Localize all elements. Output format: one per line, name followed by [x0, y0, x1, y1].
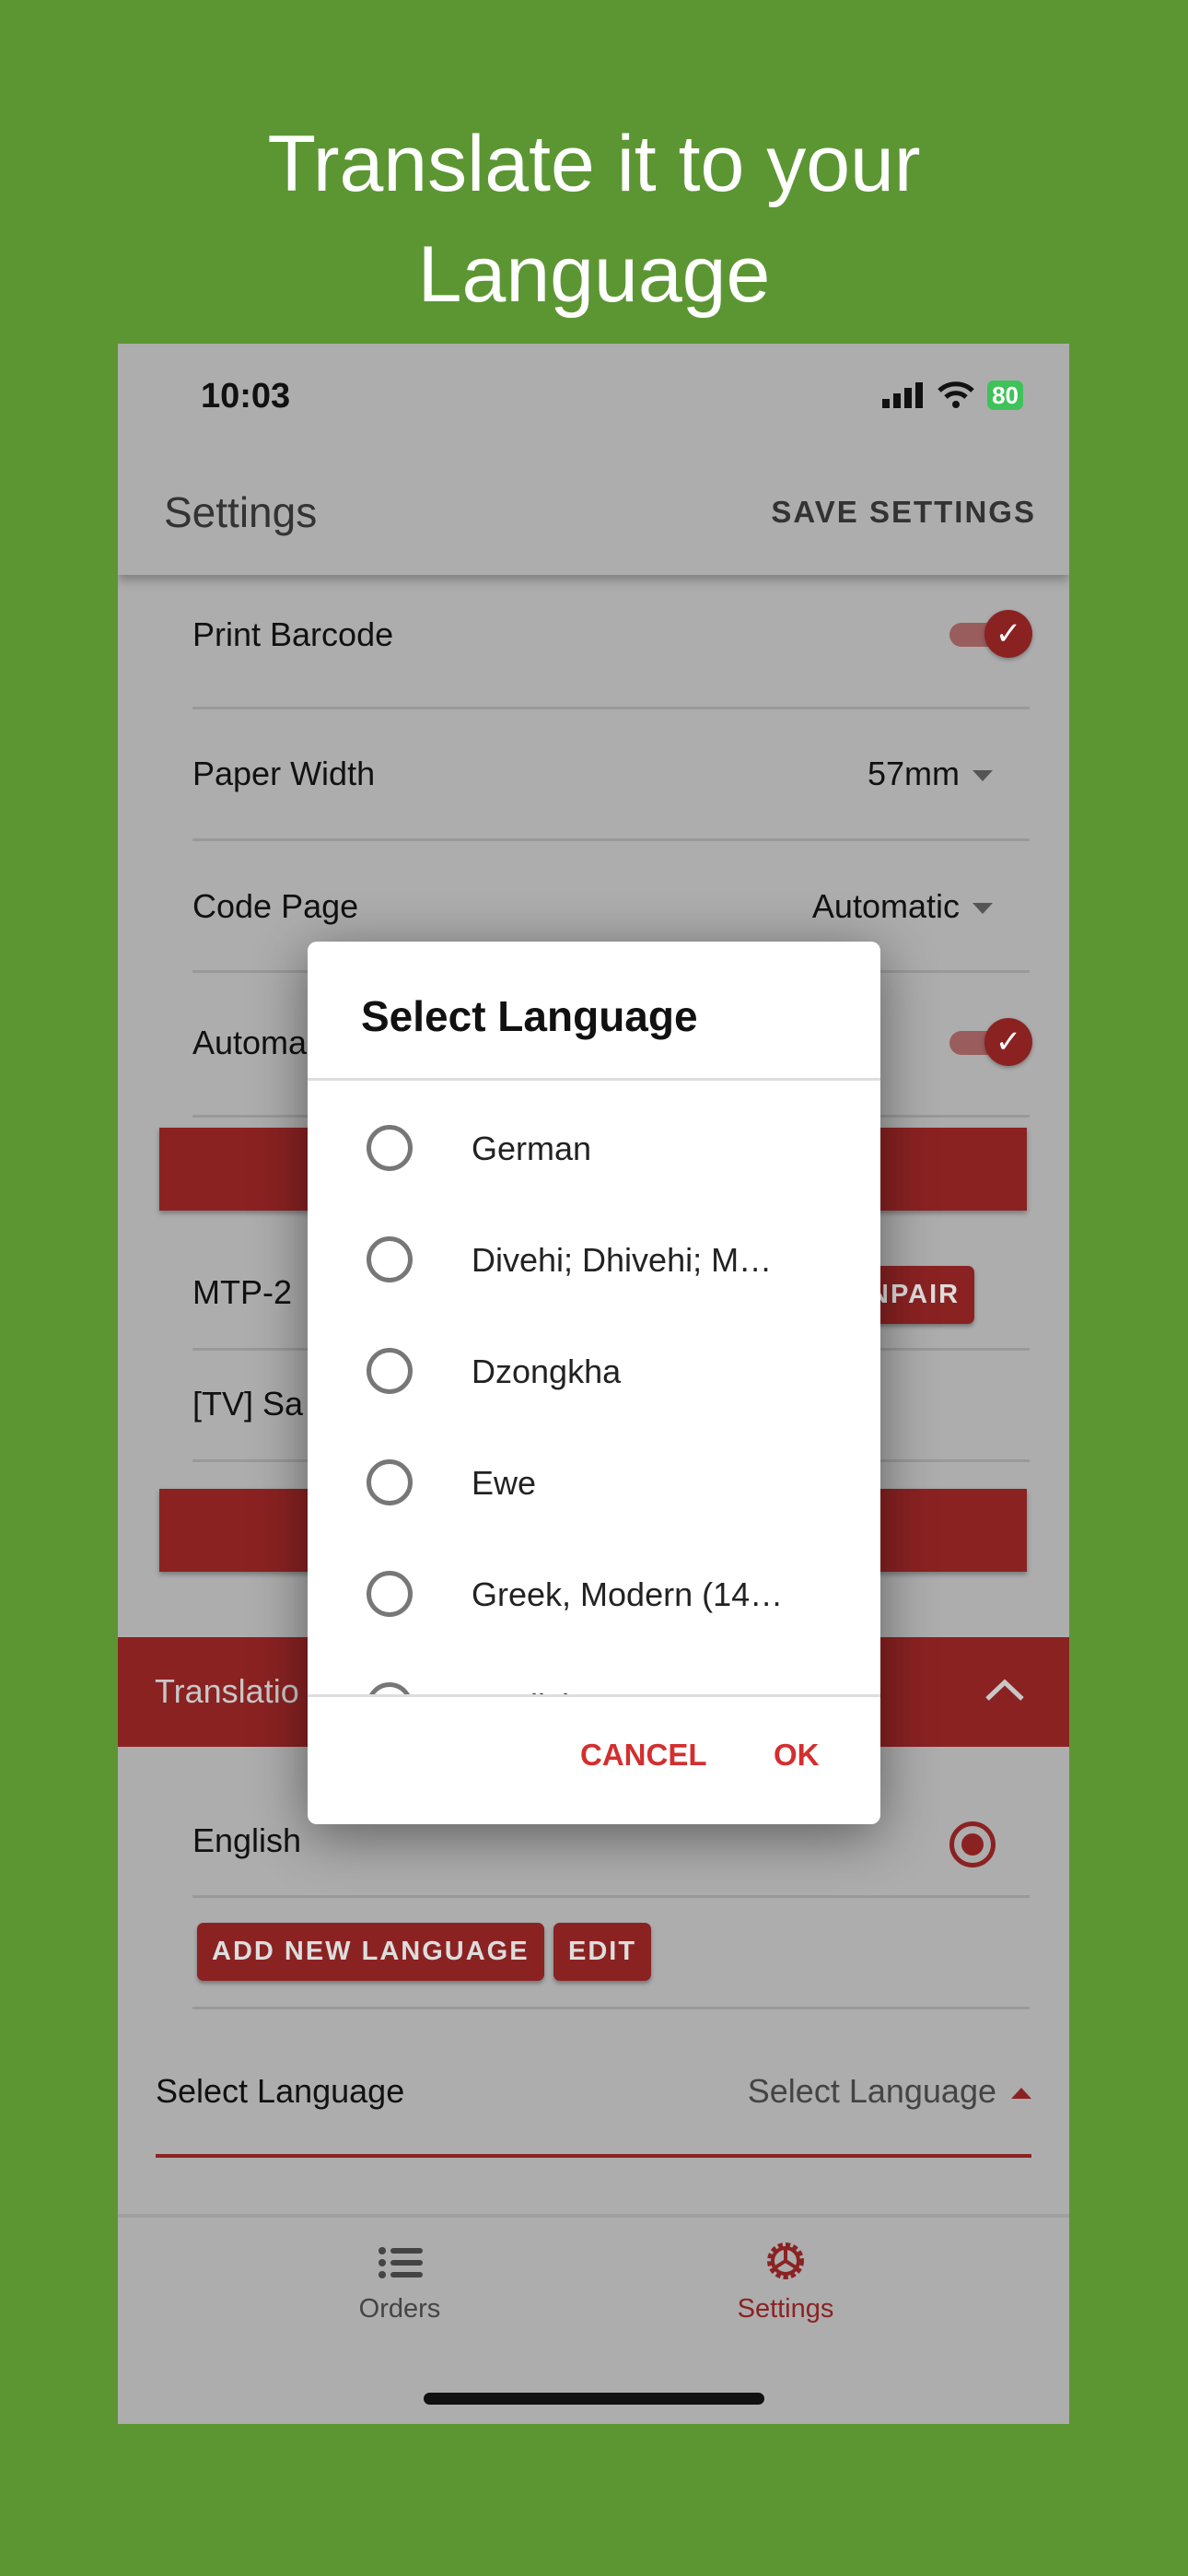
- save-settings-button[interactable]: SAVE SETTINGS: [771, 495, 1036, 530]
- print-barcode-toggle[interactable]: ✓: [949, 610, 1032, 658]
- printer-name: MTP-2: [192, 1273, 292, 1311]
- language-option[interactable]: Ewe: [308, 1427, 880, 1539]
- caret-down-icon: [973, 903, 993, 915]
- promo-line: Translate it to your: [267, 120, 921, 208]
- option-label: Greek, Modern (14…: [472, 1575, 784, 1613]
- signal-icon: [882, 382, 924, 408]
- edit-language-button[interactable]: EDIT: [553, 1923, 652, 1981]
- row-label: Automa: [192, 1024, 308, 1061]
- language-options-list[interactable]: German Divehi; Dhivehi; M… Dzongkha Ewe …: [308, 1082, 880, 1694]
- radio-icon[interactable]: [367, 1236, 413, 1282]
- language-option[interactable]: Greek, Modern (14…: [308, 1539, 880, 1650]
- chevron-up-icon: [985, 1679, 1024, 1701]
- status-time: 10:03: [201, 377, 291, 416]
- gear-icon[interactable]: [764, 2240, 807, 2282]
- home-indicator: [424, 2393, 764, 2405]
- row-label: Print Barcode: [192, 615, 394, 653]
- nav-settings[interactable]: Settings: [738, 2294, 834, 2324]
- option-label: Dzongkha: [472, 1352, 622, 1390]
- caret-up-icon: [1011, 2088, 1031, 2100]
- option-label: English: [472, 1687, 580, 1694]
- add-new-language-button[interactable]: ADD NEW LANGUAGE: [197, 1923, 544, 1981]
- radio-icon[interactable]: [367, 1682, 413, 1694]
- row-label: Code Page: [192, 887, 359, 925]
- language-option[interactable]: Dzongkha: [308, 1316, 880, 1427]
- app-header: 10:03 80 Settings SAVE SETTINGS: [118, 344, 1069, 575]
- select-language-dialog: Select Language German Divehi; Dhivehi; …: [308, 942, 880, 1824]
- phone-screen: 10:03 80 Settings SAVE SETTINGS Print Ba…: [118, 344, 1069, 2424]
- radio-icon[interactable]: [367, 1571, 413, 1617]
- divider: [192, 2007, 1030, 2009]
- select-placeholder: Select Language: [747, 2072, 996, 2110]
- printer-name: [TV] Sa: [192, 1385, 304, 1423]
- check-icon: ✓: [984, 1018, 1032, 1066]
- option-label: Ewe: [472, 1464, 537, 1502]
- row-label: Paper Width: [192, 755, 376, 792]
- page-title: Settings: [164, 488, 318, 536]
- nav-orders[interactable]: Orders: [359, 2294, 441, 2324]
- option-label: Divehi; Dhivehi; M…: [472, 1241, 773, 1279]
- wifi-icon: [938, 381, 974, 408]
- paper-width-row[interactable]: Paper Width 57mm: [192, 755, 1030, 793]
- divider: [308, 1078, 880, 1081]
- divider: [192, 707, 1030, 709]
- promo-headline: Translate it to your Language: [0, 109, 1188, 330]
- language-option[interactable]: English: [308, 1650, 880, 1694]
- check-icon: ✓: [984, 610, 1032, 658]
- print-barcode-row: Print Barcode: [192, 615, 1030, 654]
- paper-width-value: 57mm: [867, 755, 960, 792]
- select-underline: [156, 2154, 1031, 2158]
- radio-icon[interactable]: [367, 1459, 413, 1505]
- cancel-button[interactable]: CANCEL: [580, 1738, 707, 1773]
- code-page-row[interactable]: Code Page Automatic: [192, 887, 1030, 926]
- language-option[interactable]: Divehi; Dhivehi; M…: [308, 1204, 880, 1316]
- status-icons: 80: [882, 381, 1023, 410]
- divider: [192, 1895, 1030, 1898]
- select-language-dropdown[interactable]: Select Language: [748, 2072, 1031, 2111]
- caret-down-icon: [973, 770, 993, 782]
- bottom-nav-divider: [118, 2214, 1069, 2218]
- radio-icon[interactable]: [367, 1348, 413, 1394]
- auto-toggle[interactable]: ✓: [949, 1018, 1032, 1066]
- language-name: English: [192, 1821, 302, 1859]
- language-option[interactable]: German: [308, 1093, 880, 1204]
- list-icon[interactable]: [379, 2246, 423, 2279]
- divider: [192, 838, 1030, 841]
- section-title: Translatio: [155, 1672, 299, 1710]
- dialog-title: Select Language: [361, 992, 698, 1040]
- language-row[interactable]: English: [192, 1821, 1030, 1860]
- ok-button[interactable]: OK: [774, 1738, 820, 1773]
- promo-line: Language: [417, 230, 771, 319]
- select-language-label: Select Language: [156, 2072, 405, 2110]
- divider: [308, 1694, 880, 1697]
- radio-icon[interactable]: [367, 1125, 413, 1171]
- code-page-value: Automatic: [811, 887, 960, 925]
- option-label: German: [472, 1130, 592, 1167]
- language-radio-selected[interactable]: [949, 1821, 996, 1868]
- battery-icon: 80: [987, 381, 1023, 410]
